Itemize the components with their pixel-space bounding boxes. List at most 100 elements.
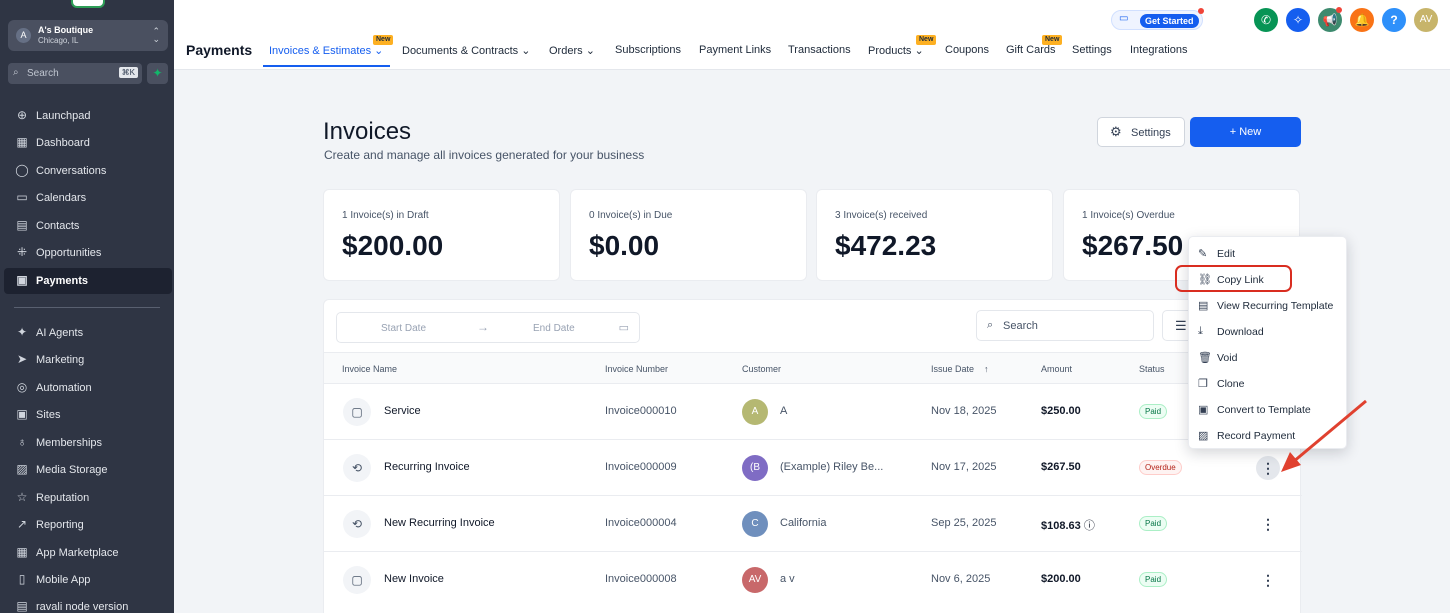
settings-button-label: Settings [1131,127,1171,139]
menu-item-label: View Recurring Template [1217,300,1334,312]
tab-integrations[interactable]: Integrations [1130,44,1187,56]
tab-label: Products [868,45,912,57]
sparkle-icon: ✦ [16,325,28,339]
table-row[interactable]: ▢ New Invoice Invoice000008 AV a v Nov 6… [324,552,1302,608]
sidebar-item-label: Mobile App [36,574,91,586]
status-badge: Paid [1139,404,1168,419]
tab-products[interactable]: Products ⌄ [868,44,924,57]
tab-gift-cards[interactable]: Gift Cards [1006,44,1056,56]
sidebar-item-payments[interactable]: ▣ Payments [4,268,172,294]
template-icon: ▤ [1198,300,1209,312]
sidebar-item-mobile-app[interactable]: ▯ Mobile App [4,567,172,593]
sidebar-search-placeholder: Search [27,68,59,79]
mobile-icon: ▯ [18,572,26,586]
amount: $200.00 [1041,573,1081,585]
sidebar-item-label: Launchpad [36,110,91,122]
issue-date: Sep 25, 2025 [931,517,997,529]
sidebar-item-contacts[interactable]: ▤ Contacts [4,213,172,239]
menu-item-record-payment[interactable]: ▨ Record Payment [1189,422,1348,448]
sidebar-item-media-storage[interactable]: ▨ Media Storage [4,457,172,483]
sidebar-item-reputation[interactable]: ☆ Reputation [4,485,172,511]
sidebar-item-marketing[interactable]: ➤ Marketing [4,347,172,373]
info-icon[interactable]: ⓘ [1084,520,1095,532]
sidebar-item-label: Sites [36,409,61,421]
arrow-right-icon: → [477,320,489,334]
table-search-input[interactable]: ⌕ Search [976,310,1154,341]
sidebar-item-label: Opportunities [36,247,102,259]
table-row[interactable]: ⟲ New Recurring Invoice Invoice000004 C … [324,496,1302,552]
invoice-name: Recurring Invoice [384,461,470,473]
recurring-icon: ⟲ [343,454,371,482]
table-row[interactable]: ▢ Service Invoice000010 A A Nov 18, 2025… [324,384,1302,440]
settings-button[interactable]: ⚙ Settings [1097,117,1185,147]
bell-icon[interactable]: 🔔 [1350,8,1374,32]
sidebar-divider [14,307,160,308]
location-switcher[interactable]: A A's Boutique Chicago, IL ⌃ ⌄ [8,20,168,51]
sidebar-item-ai-agents[interactable]: ✦ AI Agents [4,320,172,346]
menu-item-edit[interactable]: ✎ Edit [1189,240,1348,266]
page-subtitle: Create and manage all invoices generated… [324,148,645,162]
amount: $267.50 [1041,461,1081,473]
menu-item-label: Void [1217,352,1238,364]
phone-icon[interactable]: ✆ [1254,8,1278,32]
sort-arrow-icon: ↑ [984,364,989,374]
menu-item-convert-to-template[interactable]: ▣ Convert to Template [1189,396,1348,422]
sidebar-item-reporting[interactable]: ↗ Reporting [4,512,172,538]
highlight-box [1175,265,1292,292]
search-icon: ⌕ [13,67,19,78]
tab-payment-links[interactable]: Payment Links [699,44,771,56]
issue-date: Nov 17, 2025 [931,461,997,473]
menu-item-view-recurring-template[interactable]: ▤ View Recurring Template [1189,292,1348,318]
end-date-input[interactable]: End Date [533,323,575,334]
tab-orders[interactable]: Orders ⌄ [549,44,595,57]
customer-avatar: AV [742,567,768,593]
sidebar-item-ravali-node-version[interactable]: ▤ ravali node version [4,594,172,613]
sidebar-item-launchpad[interactable]: ⊕ Launchpad [4,103,172,129]
megaphone-icon[interactable]: 📢 [1318,7,1342,32]
menu-item-clone[interactable]: ❐ Clone [1189,370,1348,396]
menu-item-label: Download [1217,326,1264,338]
quick-action-button[interactable]: ✦ [147,63,168,84]
row-actions-button[interactable]: ⋮ [1256,456,1280,480]
sidebar-item-label: Reputation [36,492,90,504]
status-badge: Overdue [1139,460,1182,475]
chevron-down-icon: ⌄ [585,45,595,57]
sidebar-search[interactable]: ⌕ Search ⌘K [8,63,142,84]
tab-transactions[interactable]: Transactions [788,44,851,56]
column-header-issue-date[interactable]: Issue Date ↑ [931,364,989,374]
get-started-button[interactable]: ▭ Get Started [1111,8,1204,30]
sidebar-item-calendars[interactable]: ▭ Calendars [4,185,172,211]
help-icon[interactable]: ? [1382,8,1406,32]
magic-wand-icon[interactable]: ✧ [1286,8,1310,32]
sidebar-item-opportunities[interactable]: ⁜ Opportunities [4,240,172,266]
tab-label: Invoices & Estimates [269,45,372,57]
sidebar-item-sites[interactable]: ▣ Sites [4,402,172,428]
new-invoice-button[interactable]: + New [1190,117,1301,147]
menu-item-download[interactable]: ⤓ Download [1189,318,1348,344]
sidebar-item-app-marketplace[interactable]: ▦ App Marketplace [4,540,172,566]
sidebar-item-automation[interactable]: ◎ Automation [4,375,172,401]
row-actions-button[interactable]: ⋮ [1256,568,1280,592]
sidebar-item-memberships[interactable]: ♁ Memberships [4,430,172,456]
user-avatar[interactable]: AV [1414,8,1438,32]
sidebar-item-dashboard[interactable]: ▦ Dashboard [4,130,172,156]
notification-dot [1198,8,1204,14]
menu-item-label: Convert to Template [1217,404,1311,416]
tab-coupons[interactable]: Coupons [945,44,989,56]
start-date-input[interactable]: Start Date [381,323,426,334]
table-row[interactable]: ⟲ Recurring Invoice Invoice000009 (B (Ex… [324,440,1302,496]
sites-icon: ▣ [16,407,28,421]
tab-settings[interactable]: Settings [1072,44,1112,56]
date-range-picker[interactable]: Start Date → End Date ▭ [336,312,640,343]
status-badge: Paid [1139,516,1168,531]
sidebar-item-conversations[interactable]: ◯ Conversations [4,158,172,184]
menu-item-void[interactable]: 🗑 Void [1189,344,1348,370]
tab-subscriptions[interactable]: Subscriptions [615,44,681,56]
send-icon: ➤ [16,352,28,366]
row-actions-button[interactable]: ⋮ [1256,512,1280,536]
tab-invoices-estimates[interactable]: Invoices & Estimates ⌄ [269,44,383,57]
sidebar-item-label: Contacts [36,220,80,232]
tab-documents-contracts[interactable]: Documents & Contracts ⌄ [402,44,530,57]
column-header: Amount [1041,364,1073,374]
launchpad-icon: ⊕ [16,108,28,122]
